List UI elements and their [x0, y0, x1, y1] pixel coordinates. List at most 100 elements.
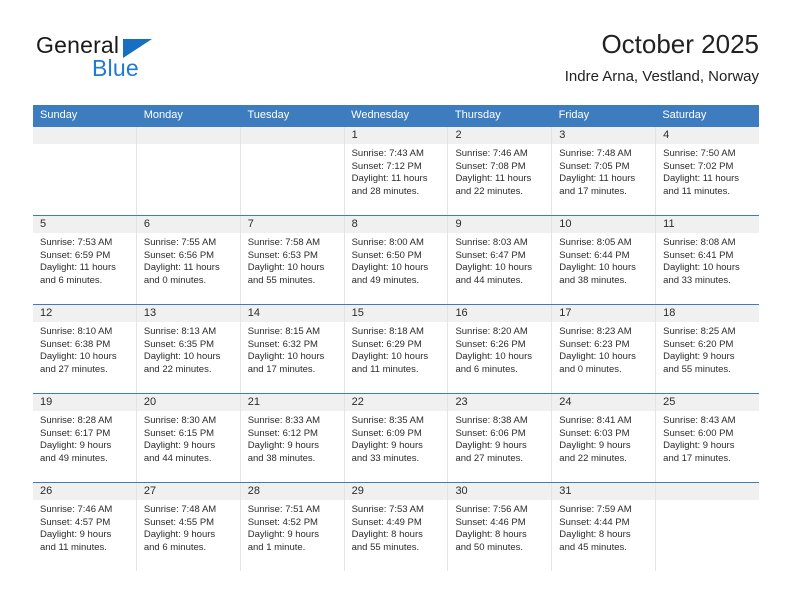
day-cell[interactable]: 12 Sunrise: 8:10 AM Sunset: 6:38 PM Dayl… — [33, 305, 137, 393]
sunrise-text: Sunrise: 7:53 AM — [351, 504, 424, 515]
page-title: October 2025 — [601, 29, 759, 59]
day-cell[interactable]: 24 Sunrise: 8:41 AM Sunset: 6:03 PM Dayl… — [552, 394, 657, 482]
day-cell[interactable]: 21 Sunrise: 8:33 AM Sunset: 6:12 PM Dayl… — [240, 394, 345, 482]
day-cell[interactable]: 16 Sunrise: 8:20 AM Sunset: 6:26 PM Dayl… — [448, 305, 553, 393]
day-cell[interactable]: 5 Sunrise: 7:53 AM Sunset: 6:59 PM Dayli… — [33, 216, 137, 304]
day-cell[interactable]: 9 Sunrise: 8:03 AM Sunset: 6:47 PM Dayli… — [448, 216, 553, 304]
day-cell[interactable]: 4 Sunrise: 7:50 AM Sunset: 7:02 PM Dayli… — [656, 127, 760, 215]
day-cell[interactable]: 30 Sunrise: 7:56 AM Sunset: 4:46 PM Dayl… — [448, 483, 553, 571]
sunset-text: Sunset: 6:29 PM — [351, 338, 422, 350]
daylight-text-line1: Daylight: 9 hours — [40, 440, 112, 452]
day-cell[interactable]: 1 Sunrise: 7:43 AM Sunset: 7:12 PM Dayli… — [344, 127, 449, 215]
day-cell[interactable]: 2 Sunrise: 7:46 AM Sunset: 7:08 PM Dayli… — [448, 127, 553, 215]
day-details: Sunrise: 8:00 AM Sunset: 6:50 PM Dayligh… — [345, 233, 448, 287]
daylight-text-line1: Daylight: 11 hours — [663, 173, 740, 185]
day-details — [137, 144, 240, 148]
day-cell[interactable]: 10 Sunrise: 8:05 AM Sunset: 6:44 PM Dayl… — [552, 216, 657, 304]
sunset-text: Sunset: 7:08 PM — [455, 160, 526, 172]
day-cell[interactable]: 17 Sunrise: 8:23 AM Sunset: 6:23 PM Dayl… — [552, 305, 657, 393]
day-cell[interactable]: 23 Sunrise: 8:38 AM Sunset: 6:06 PM Dayl… — [448, 394, 553, 482]
day-cell[interactable]: 13 Sunrise: 8:13 AM Sunset: 6:35 PM Dayl… — [136, 305, 241, 393]
day-cell[interactable]: 19 Sunrise: 8:28 AM Sunset: 6:17 PM Dayl… — [33, 394, 137, 482]
day-cell[interactable]: 8 Sunrise: 8:00 AM Sunset: 6:50 PM Dayli… — [344, 216, 449, 304]
day-cell[interactable]: 28 Sunrise: 7:51 AM Sunset: 4:52 PM Dayl… — [240, 483, 345, 571]
daylight-text-line1: Daylight: 10 hours — [143, 351, 221, 363]
sunset-text: Sunset: 4:55 PM — [143, 516, 215, 528]
day-cell[interactable]: 15 Sunrise: 8:18 AM Sunset: 6:29 PM Dayl… — [344, 305, 449, 393]
day-details: Sunrise: 8:03 AM Sunset: 6:47 PM Dayligh… — [448, 233, 551, 287]
day-cell[interactable]: 25 Sunrise: 8:43 AM Sunset: 6:00 PM Dayl… — [656, 394, 760, 482]
sunset-text: Sunset: 6:38 PM — [40, 338, 111, 350]
day-number — [240, 127, 344, 144]
sunset-text: Sunset: 6:06 PM — [455, 427, 526, 439]
daylight-text-line1: Daylight: 9 hours — [247, 440, 320, 452]
day-cell[interactable] — [240, 127, 345, 215]
day-number: 24 — [552, 394, 656, 411]
day-cell[interactable]: 7 Sunrise: 7:58 AM Sunset: 6:53 PM Dayli… — [240, 216, 345, 304]
sunset-text: Sunset: 6:12 PM — [247, 427, 318, 439]
daylight-text-line1: Daylight: 9 hours — [663, 440, 735, 452]
day-details: Sunrise: 8:15 AM Sunset: 6:32 PM Dayligh… — [241, 322, 344, 376]
day-details — [656, 500, 759, 504]
daylight-text-line2: and 38 minutes. — [247, 452, 316, 464]
sunrise-text: Sunrise: 8:15 AM — [247, 326, 321, 337]
day-number: 25 — [656, 394, 760, 411]
day-number: 9 — [448, 216, 552, 233]
daylight-text-line2: and 17 minutes. — [559, 185, 627, 197]
day-details: Sunrise: 8:18 AM Sunset: 6:29 PM Dayligh… — [345, 322, 448, 376]
sunset-text: Sunset: 4:44 PM — [559, 516, 630, 528]
daylight-text-line2: and 22 minutes. — [559, 452, 627, 464]
day-number: 11 — [656, 216, 760, 233]
daylight-text-line2: and 11 minutes. — [663, 185, 731, 197]
day-cell[interactable]: 20 Sunrise: 8:30 AM Sunset: 6:15 PM Dayl… — [136, 394, 241, 482]
sunrise-text: Sunrise: 8:20 AM — [455, 326, 528, 337]
day-details: Sunrise: 8:38 AM Sunset: 6:06 PM Dayligh… — [448, 411, 551, 465]
day-cell[interactable]: 6 Sunrise: 7:55 AM Sunset: 6:56 PM Dayli… — [136, 216, 241, 304]
sunset-text: Sunset: 7:12 PM — [351, 160, 422, 172]
day-cell[interactable]: 31 Sunrise: 7:59 AM Sunset: 4:44 PM Dayl… — [552, 483, 657, 571]
day-cell[interactable]: 26 Sunrise: 7:46 AM Sunset: 4:57 PM Dayl… — [33, 483, 137, 571]
weekday-sunday: Sunday — [40, 109, 78, 121]
sunset-text: Sunset: 6:26 PM — [455, 338, 526, 350]
daylight-text-line2: and 11 minutes. — [351, 363, 419, 375]
day-cell[interactable]: 11 Sunrise: 8:08 AM Sunset: 6:41 PM Dayl… — [656, 216, 760, 304]
day-cell[interactable] — [656, 483, 760, 571]
general-blue-logo[interactable]: General Blue — [33, 32, 263, 92]
daylight-text-line1: Daylight: 10 hours — [455, 351, 533, 363]
daylight-text-line1: Daylight: 10 hours — [247, 262, 325, 274]
sunset-text: Sunset: 6:23 PM — [559, 338, 630, 350]
day-cell[interactable] — [33, 127, 137, 215]
day-details: Sunrise: 8:08 AM Sunset: 6:41 PM Dayligh… — [656, 233, 759, 287]
day-details: Sunrise: 7:56 AM Sunset: 4:46 PM Dayligh… — [448, 500, 551, 554]
daylight-text-line1: Daylight: 8 hours — [351, 529, 423, 541]
sunrise-text: Sunrise: 8:43 AM — [663, 415, 736, 426]
daylight-text-line2: and 6 minutes. — [455, 363, 518, 375]
day-number: 10 — [552, 216, 656, 233]
day-cell[interactable]: 3 Sunrise: 7:48 AM Sunset: 7:05 PM Dayli… — [552, 127, 657, 215]
sunrise-text: Sunrise: 7:46 AM — [40, 504, 113, 515]
day-details: Sunrise: 8:25 AM Sunset: 6:20 PM Dayligh… — [656, 322, 759, 376]
day-number: 26 — [33, 483, 136, 500]
daylight-text-line2: and 55 minutes. — [663, 363, 731, 375]
title-block: October 2025 Indre Arna, Vestland, Norwa… — [565, 28, 759, 86]
day-cell[interactable]: 18 Sunrise: 8:25 AM Sunset: 6:20 PM Dayl… — [656, 305, 760, 393]
weekday-header-row: Sunday Monday Tuesday Wednesday Thursday… — [33, 105, 759, 126]
day-number: 29 — [344, 483, 448, 500]
sunset-text: Sunset: 6:59 PM — [40, 249, 111, 261]
day-cell[interactable]: 29 Sunrise: 7:53 AM Sunset: 4:49 PM Dayl… — [344, 483, 449, 571]
day-number: 14 — [240, 305, 344, 322]
daylight-text-line2: and 27 minutes. — [455, 452, 524, 464]
sunrise-text: Sunrise: 7:55 AM — [143, 237, 217, 248]
sunset-text: Sunset: 6:47 PM — [455, 249, 526, 261]
day-cell[interactable] — [136, 127, 241, 215]
sunset-text: Sunset: 6:50 PM — [351, 249, 422, 261]
day-cell[interactable]: 27 Sunrise: 7:48 AM Sunset: 4:55 PM Dayl… — [136, 483, 241, 571]
day-details: Sunrise: 7:50 AM Sunset: 7:02 PM Dayligh… — [656, 144, 759, 198]
daylight-text-line2: and 22 minutes. — [143, 363, 212, 375]
day-cell[interactable]: 14 Sunrise: 8:15 AM Sunset: 6:32 PM Dayl… — [240, 305, 345, 393]
week-row: 1 Sunrise: 7:43 AM Sunset: 7:12 PM Dayli… — [33, 126, 760, 215]
weekday-saturday: Saturday — [662, 109, 707, 121]
day-cell[interactable]: 22 Sunrise: 8:35 AM Sunset: 6:09 PM Dayl… — [344, 394, 449, 482]
sunrise-text: Sunrise: 8:23 AM — [559, 326, 632, 337]
day-number: 12 — [33, 305, 136, 322]
